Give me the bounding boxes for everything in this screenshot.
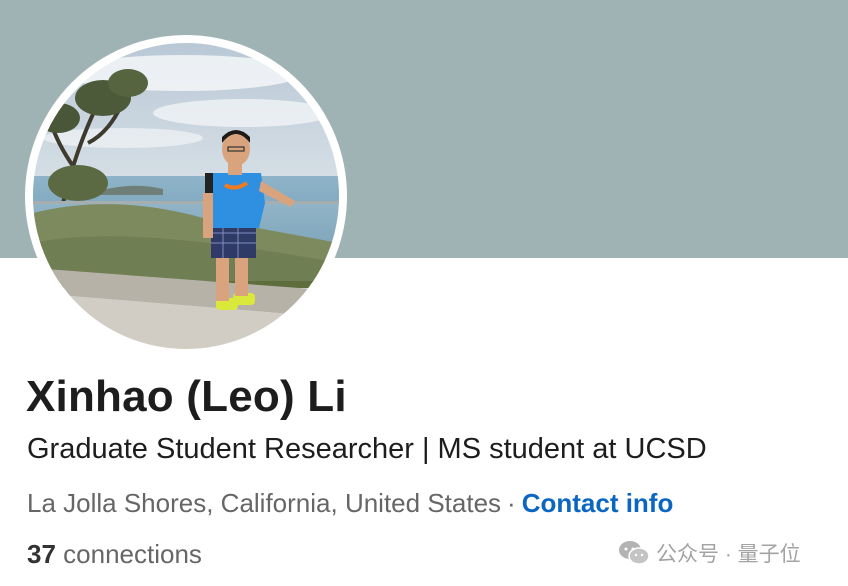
profile-photo[interactable] <box>33 43 339 349</box>
profile-location-row: La Jolla Shores, California, United Stat… <box>27 488 673 519</box>
contact-info-link[interactable]: Contact info <box>522 488 674 518</box>
connections-count: 37 <box>27 539 56 569</box>
profile-name: Xinhao (Leo) Li <box>26 372 347 421</box>
watermark: 公众号 · 量子位 <box>618 538 801 568</box>
connections-link[interactable]: 37 connections <box>27 539 202 570</box>
profile-photo-frame[interactable] <box>25 35 347 357</box>
profile-headline: Graduate Student Researcher | MS student… <box>27 433 707 465</box>
profile-location: La Jolla Shores, California, United Stat… <box>27 488 502 518</box>
wechat-icon <box>618 540 650 566</box>
separator-dot: · <box>507 488 516 518</box>
watermark-text: 公众号 · 量子位 <box>656 543 801 566</box>
connections-label: connections <box>63 539 202 569</box>
